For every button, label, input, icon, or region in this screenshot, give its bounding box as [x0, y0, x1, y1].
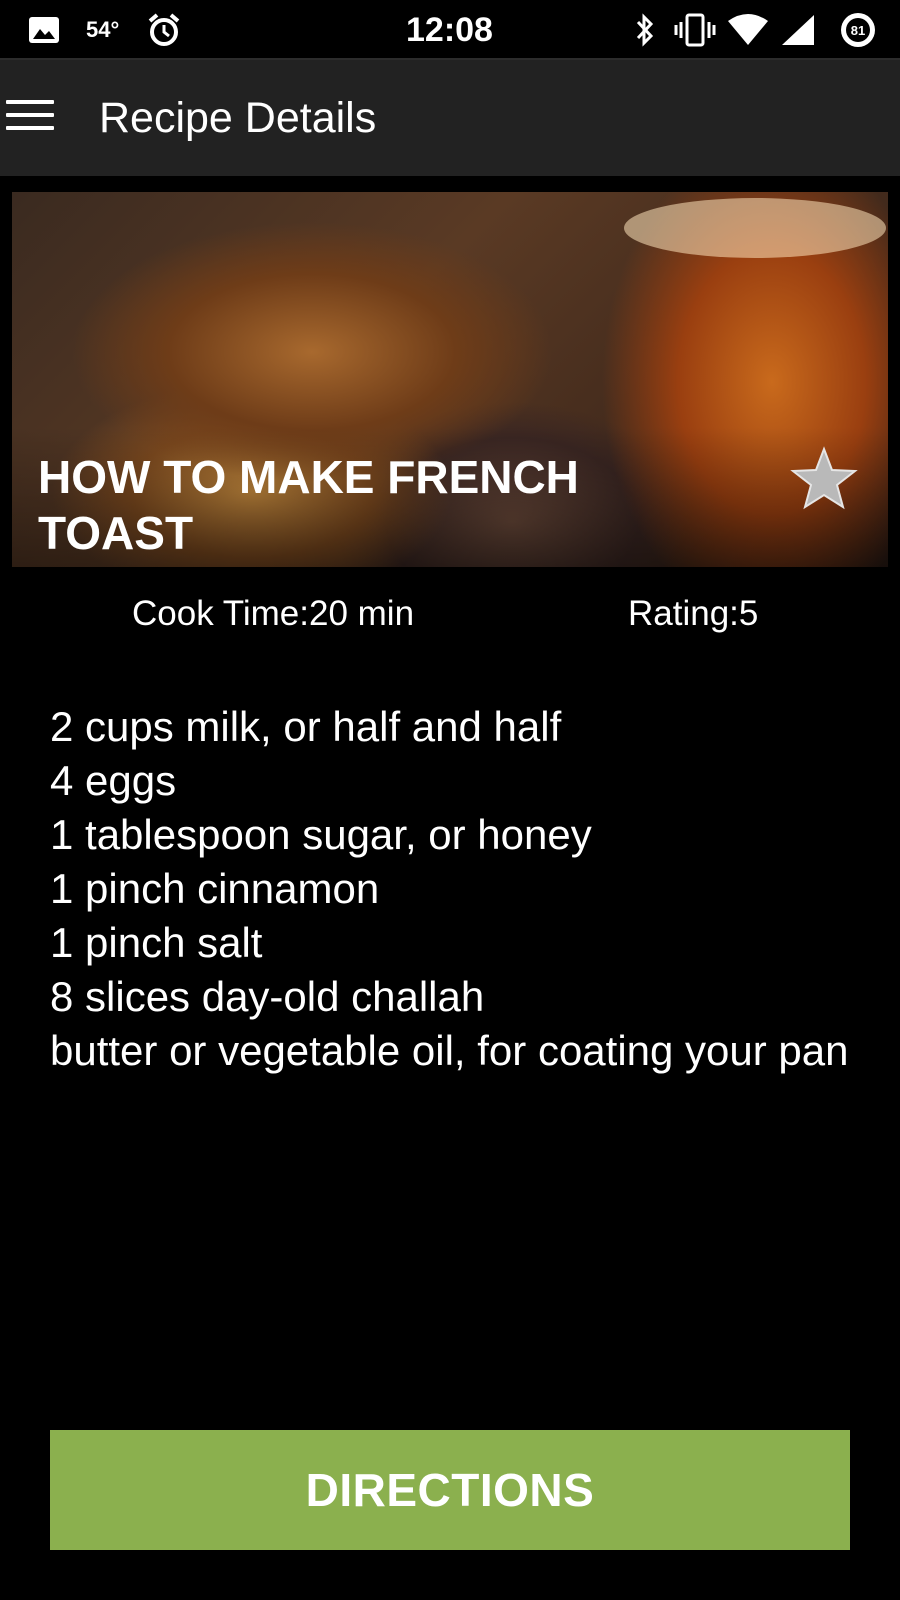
star-icon[interactable] [790, 446, 858, 510]
ingredient-item: butter or vegetable oil, for coating you… [50, 1027, 849, 1074]
rating-text: Rating:5 [628, 594, 759, 633]
page-title: Recipe Details [99, 94, 377, 142]
battery-icon: 81 [838, 0, 878, 60]
ingredient-item: 2 cups milk, or half and half [50, 703, 562, 750]
syrup-glass-shape [624, 198, 886, 258]
vibrate-icon [674, 0, 716, 60]
ingredient-item: 8 slices day-old challah [50, 973, 485, 1020]
ingredients-list: 2 cups milk, or half and half 4 eggs 1 t… [50, 700, 850, 1078]
image-icon [28, 0, 60, 60]
alarm-clock-icon [146, 0, 182, 60]
bluetooth-icon [634, 0, 656, 60]
status-bar: 54° 12:08 81 [0, 0, 900, 60]
clock-text: 12:08 [406, 10, 493, 49]
ingredient-item: 1 tablespoon sugar, or honey [50, 811, 592, 858]
hamburger-menu-icon[interactable] [6, 100, 54, 136]
ingredient-item: 1 pinch salt [50, 919, 263, 966]
app-bar: Recipe Details [0, 60, 900, 176]
battery-level-text: 81 [851, 23, 865, 38]
wifi-icon [726, 0, 770, 60]
recipe-title: HOW TO MAKE FRENCH TOAST [38, 451, 579, 559]
ingredient-item: 1 pinch cinnamon [50, 865, 380, 912]
cell-signal-icon [780, 0, 816, 60]
directions-button[interactable]: DIRECTIONS [50, 1430, 850, 1550]
ingredient-item: 4 eggs [50, 757, 177, 804]
recipe-hero-image: HOW TO MAKE FRENCH TOAST [12, 192, 888, 567]
temperature-text: 54° [86, 17, 120, 42]
cook-time-text: Cook Time:20 min [132, 594, 415, 633]
